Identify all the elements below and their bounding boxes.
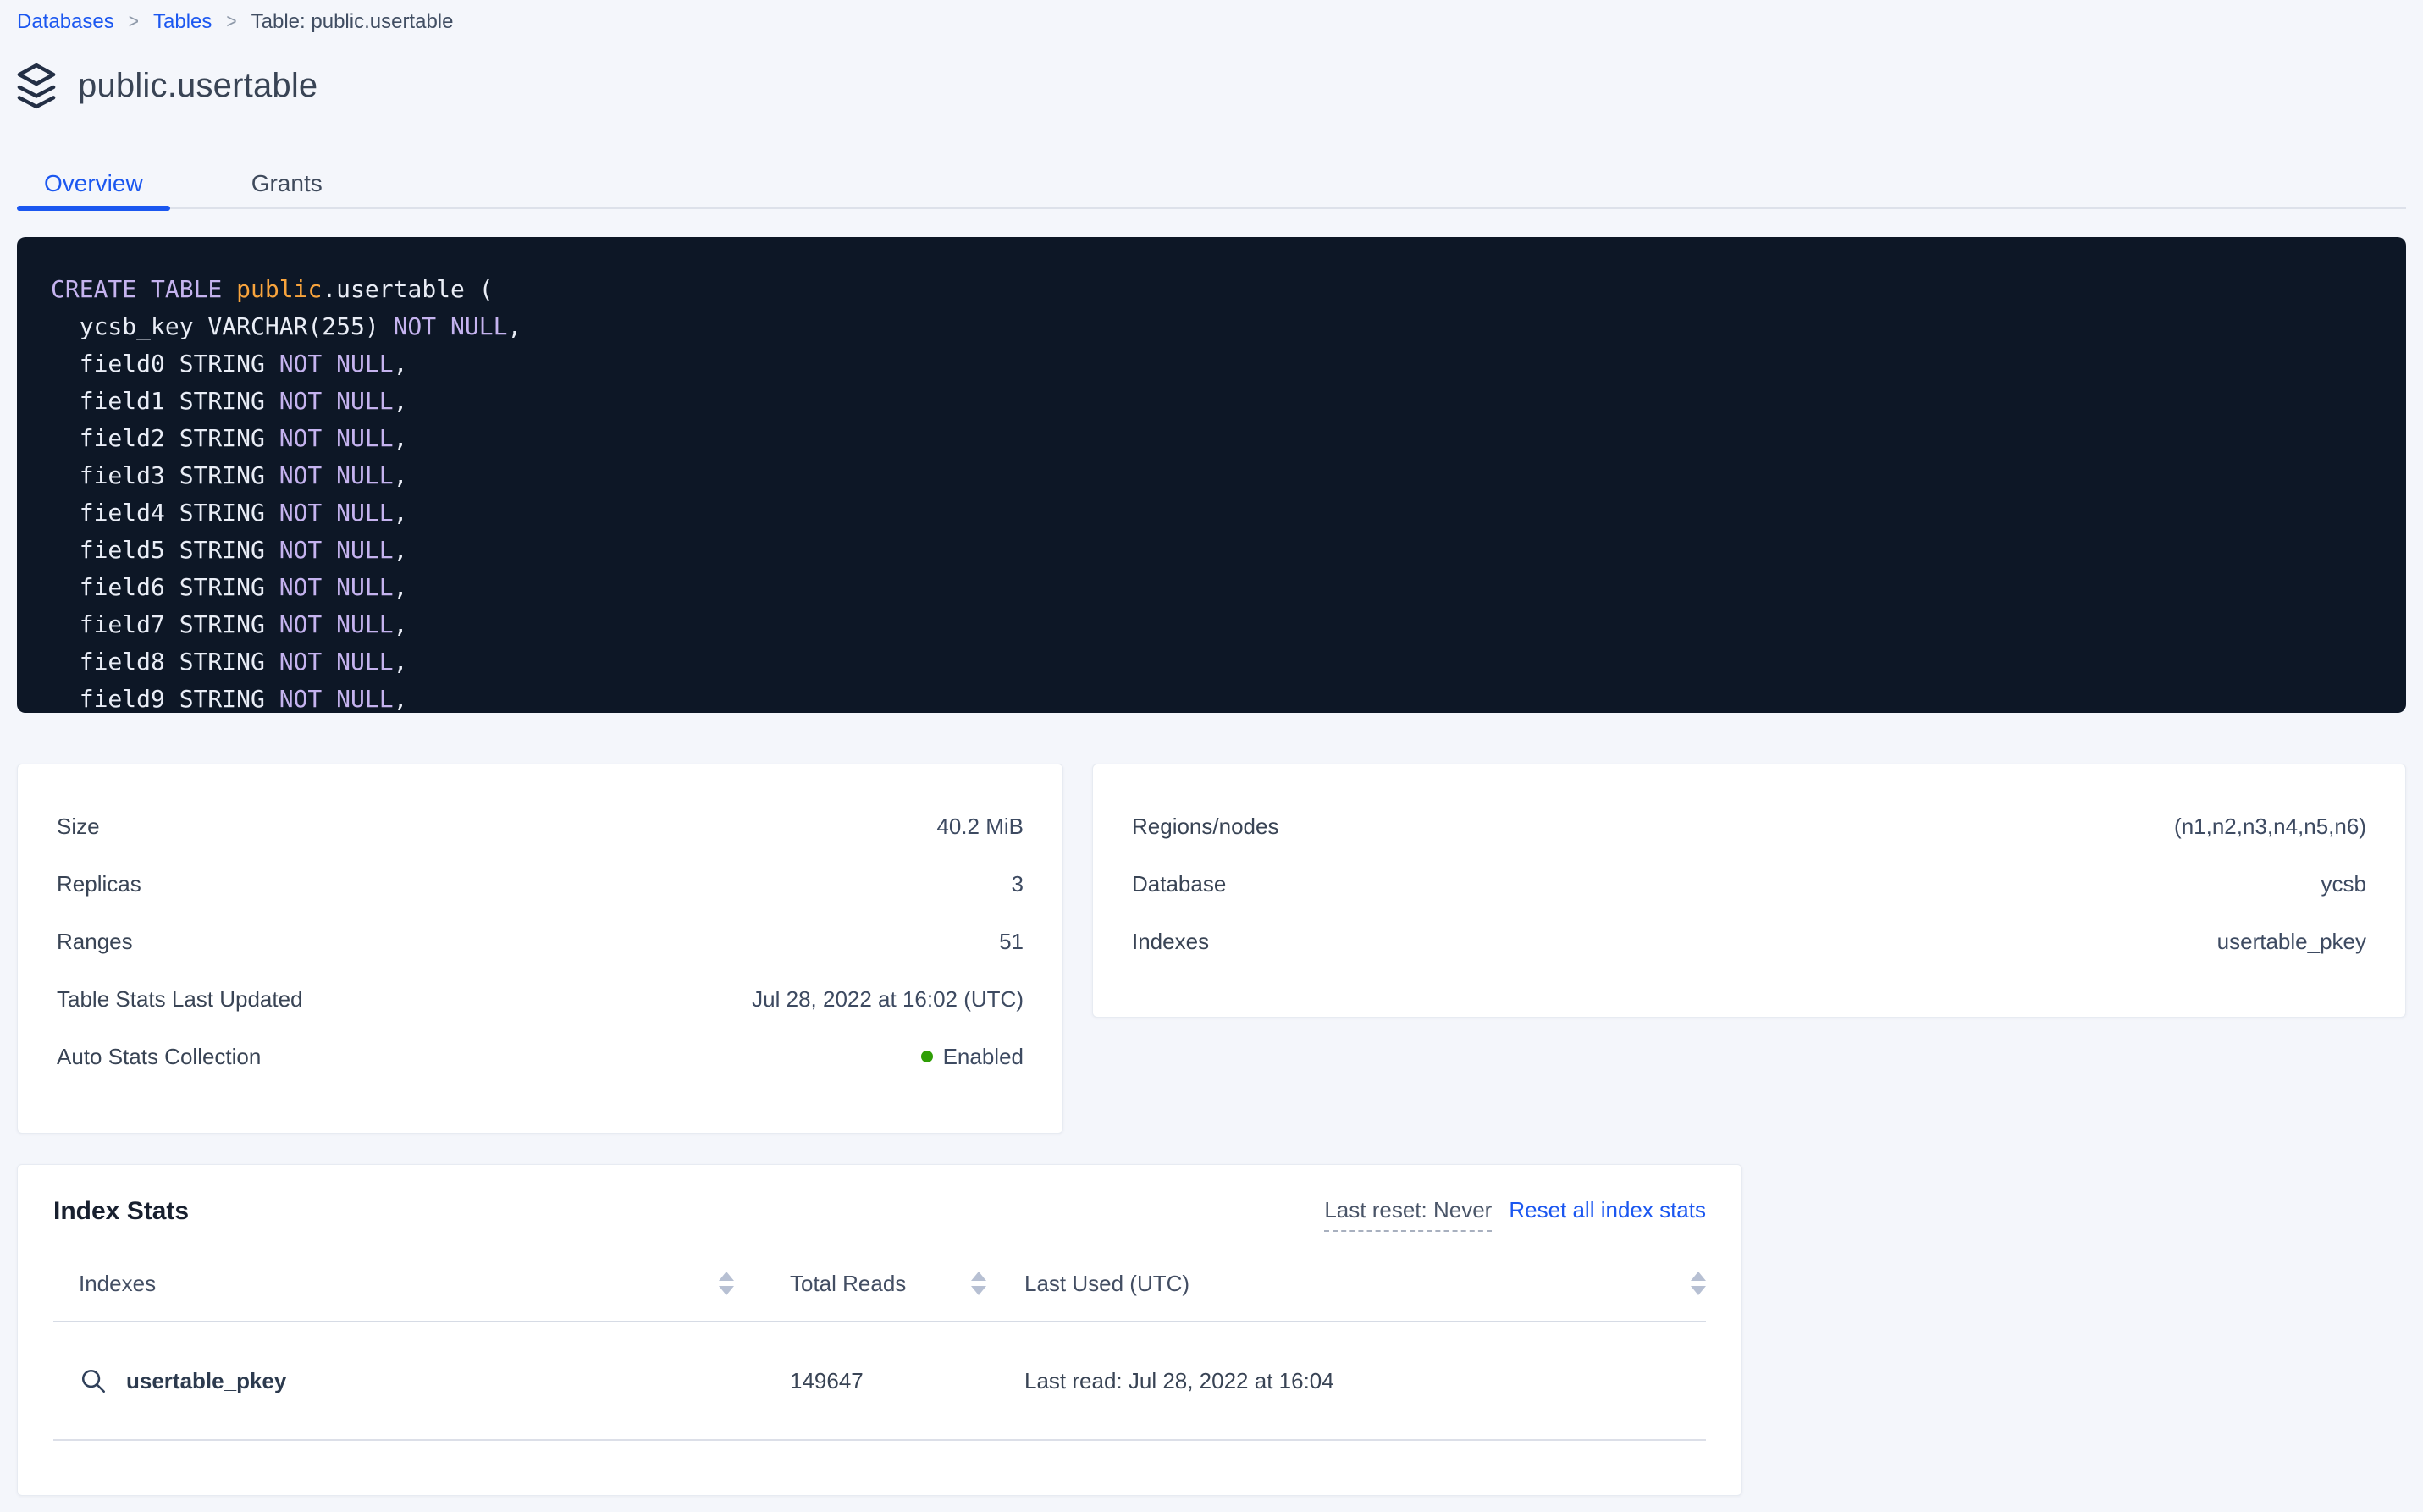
stat-row-size: Size 40.2 MiB — [57, 797, 1024, 855]
last-reset-label: Last reset: Never — [1324, 1197, 1492, 1232]
stat-value: Enabled — [921, 1044, 1024, 1070]
stat-row-indexes: Indexes usertable_pkey — [1132, 913, 2366, 970]
stat-row-database: Database ycsb — [1132, 855, 2366, 913]
column-header-total-reads[interactable]: Total Reads — [764, 1271, 986, 1297]
index-stats-table-header: Indexes Total Reads Last Used (UTC) — [53, 1246, 1706, 1322]
detail-panels: Size 40.2 MiB Replicas 3 Ranges 51 Table… — [17, 764, 2406, 1134]
layers-icon — [17, 63, 56, 109]
page-title: public.usertable — [78, 67, 317, 105]
create-table-sql-box[interactable]: CREATE TABLE public.usertable ( ycsb_key… — [17, 237, 2406, 713]
stat-label: Regions/nodes — [1132, 814, 1278, 840]
stat-label: Ranges — [57, 929, 133, 955]
stat-value: 3 — [1012, 871, 1024, 897]
index-stats-panel: Index Stats Last reset: Never Reset all … — [17, 1164, 1742, 1496]
stat-row-stats-updated: Table Stats Last Updated Jul 28, 2022 at… — [57, 970, 1024, 1028]
sort-arrows-icon[interactable] — [1691, 1272, 1706, 1295]
column-label: Indexes — [79, 1271, 156, 1297]
stat-value: usertable_pkey — [2217, 929, 2366, 955]
index-name[interactable]: usertable_pkey — [126, 1368, 286, 1394]
stat-label: Table Stats Last Updated — [57, 986, 303, 1013]
stat-row-replicas: Replicas 3 — [57, 855, 1024, 913]
stat-label: Database — [1132, 871, 1226, 897]
breadcrumb-tables-link[interactable]: Tables — [153, 10, 212, 34]
breadcrumb-current: Table: public.usertable — [251, 10, 454, 34]
index-stats-actions: Last reset: Never Reset all index stats — [1324, 1197, 1706, 1232]
stat-value: 40.2 MiB — [936, 814, 1024, 840]
stat-row-ranges: Ranges 51 — [57, 913, 1024, 970]
tab-bar: Overview Grants — [17, 160, 2406, 209]
breadcrumb-separator-icon: > — [226, 10, 236, 34]
column-label: Last Used (UTC) — [1024, 1271, 1189, 1297]
table-stats-panel: Size 40.2 MiB Replicas 3 Ranges 51 Table… — [17, 764, 1063, 1134]
last-used-cell: Last read: Jul 28, 2022 at 16:04 — [986, 1368, 1706, 1394]
stat-value: 51 — [999, 929, 1024, 955]
table-details-page: Databases > Tables > Table: public.usert… — [0, 0, 2423, 1496]
index-name-cell[interactable]: usertable_pkey — [53, 1366, 764, 1395]
stat-value: Jul 28, 2022 at 16:02 (UTC) — [752, 986, 1024, 1013]
breadcrumb: Databases > Tables > Table: public.usert… — [17, 0, 2406, 34]
stat-label: Auto Stats Collection — [57, 1044, 261, 1070]
stat-label: Size — [57, 814, 100, 840]
breadcrumb-separator-icon: > — [129, 10, 139, 34]
tab-overview[interactable]: Overview — [17, 160, 170, 207]
sql-code: CREATE TABLE public.usertable ( ycsb_key… — [51, 271, 2372, 713]
breadcrumb-databases-link[interactable]: Databases — [17, 10, 114, 34]
column-header-last-used[interactable]: Last Used (UTC) — [986, 1271, 1706, 1297]
index-stats-header: Index Stats Last reset: Never Reset all … — [53, 1165, 1706, 1246]
total-reads-value: 149647 — [790, 1368, 864, 1394]
total-reads-cell: 149647 — [764, 1368, 986, 1394]
index-stats-title: Index Stats — [53, 1197, 189, 1226]
table-info-panel: Regions/nodes (n1,n2,n3,n4,n5,n6) Databa… — [1092, 764, 2406, 1018]
enabled-status-dot-icon — [921, 1051, 933, 1062]
stat-label: Indexes — [1132, 929, 1209, 955]
page-title-row: public.usertable — [17, 63, 2406, 109]
sort-arrows-icon[interactable] — [719, 1272, 734, 1295]
stat-row-regions: Regions/nodes (n1,n2,n3,n4,n5,n6) — [1132, 797, 2366, 855]
index-stats-table-row: usertable_pkey 149647 Last read: Jul 28,… — [53, 1322, 1706, 1441]
sort-arrows-icon[interactable] — [971, 1272, 986, 1295]
last-used-value: Last read: Jul 28, 2022 at 16:04 — [1024, 1368, 1334, 1394]
stat-label: Replicas — [57, 871, 141, 897]
status-badge: Enabled — [943, 1044, 1024, 1070]
tab-grants[interactable]: Grants — [224, 160, 350, 207]
stat-value: (n1,n2,n3,n4,n5,n6) — [2174, 814, 2366, 840]
stat-row-auto-stats: Auto Stats Collection Enabled — [57, 1028, 1024, 1085]
search-icon — [79, 1366, 108, 1395]
reset-all-index-stats-link[interactable]: Reset all index stats — [1509, 1197, 1706, 1223]
column-label: Total Reads — [790, 1271, 906, 1297]
stat-value: ycsb — [2321, 871, 2366, 897]
column-header-indexes[interactable]: Indexes — [53, 1271, 764, 1297]
